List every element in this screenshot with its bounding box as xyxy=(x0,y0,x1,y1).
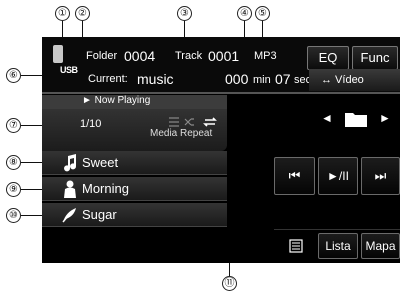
track-index: 1/10 xyxy=(80,118,102,130)
music-note-icon xyxy=(64,154,77,172)
now-playing-label: ► Now Playing xyxy=(82,95,151,106)
folder-icon xyxy=(345,111,367,127)
play-pause-button[interactable]: ►/II xyxy=(318,157,358,195)
media-player-screen: USB Folder 0004 Track 0001 MP3 EQ Func C… xyxy=(42,37,400,263)
time-min-unit: min xyxy=(253,74,271,86)
list-view-button[interactable] xyxy=(278,233,314,259)
callout-3: ③ xyxy=(177,6,192,21)
track-label: Track xyxy=(175,50,203,62)
mapa-button[interactable]: Mapa xyxy=(361,233,400,259)
callout-8: ⑧ xyxy=(6,155,21,170)
callout-6: ⑥ xyxy=(6,68,21,83)
prev-track-button[interactable]: ⏮ xyxy=(274,157,315,195)
playback-mode-icons xyxy=(169,115,225,127)
header-divider xyxy=(42,92,400,94)
folder-label: Folder xyxy=(86,50,118,62)
current-label: Current: xyxy=(88,73,128,85)
now-playing-bar[interactable]: ► Now Playing xyxy=(42,95,227,109)
list-item[interactable]: Sugar xyxy=(42,203,227,227)
lista-button[interactable]: Lista xyxy=(318,233,358,259)
callout-7: ⑦ xyxy=(6,118,21,133)
time-seconds: 07 xyxy=(275,71,291,87)
callout-4: ④ xyxy=(237,6,252,21)
list-item-label: Sugar xyxy=(82,207,117,222)
list-panel-bottom xyxy=(42,229,227,263)
current-value: music xyxy=(137,71,174,87)
folder-prev-button[interactable]: ◄ xyxy=(312,105,342,131)
next-track-button[interactable]: ⏭ xyxy=(361,157,400,195)
folder-number: 0004 xyxy=(124,48,156,64)
callout-2: ② xyxy=(75,6,90,21)
list-icon xyxy=(289,239,303,253)
bottom-divider xyxy=(274,229,400,230)
album-icon xyxy=(62,208,76,223)
callout-11: ⑪ xyxy=(222,276,237,291)
callout-1: ① xyxy=(55,6,70,21)
usb-icon: USB xyxy=(50,43,78,75)
playback-mode-text: Media Repeat xyxy=(150,128,213,139)
format-label: MP3 xyxy=(254,50,277,62)
video-button[interactable]: ↔ Vídeo xyxy=(309,69,400,91)
eq-button[interactable]: EQ xyxy=(307,46,349,70)
list-item[interactable]: Sweet xyxy=(42,151,227,175)
list-item-label: Sweet xyxy=(82,155,119,170)
track-number: 0001 xyxy=(208,48,240,64)
callout-10: ⑩ xyxy=(6,208,21,223)
folder-next-button[interactable]: ► xyxy=(370,105,400,131)
list-item[interactable]: Morning xyxy=(42,177,227,201)
artist-icon xyxy=(64,180,76,198)
list-item-label: Morning xyxy=(82,181,129,196)
usb-label: USB xyxy=(60,65,78,75)
time-minutes: 000 xyxy=(225,71,249,87)
callout-5: ⑤ xyxy=(255,6,270,21)
func-button[interactable]: Func xyxy=(352,46,398,70)
callout-9: ⑨ xyxy=(6,182,21,197)
